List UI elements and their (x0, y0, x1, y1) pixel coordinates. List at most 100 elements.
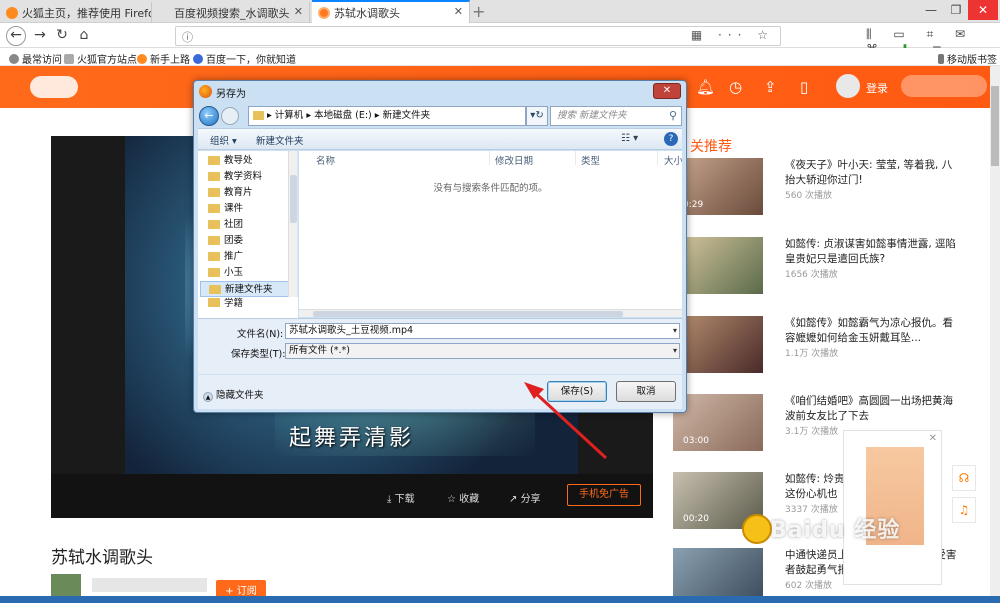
mobile-ad-free-button[interactable]: 手机免广告 (567, 484, 641, 506)
back-button[interactable]: ← (6, 26, 26, 46)
share-button[interactable]: ↗ 分享 (509, 490, 541, 505)
hide-folders-toggle[interactable]: ▲ 隐藏文件夹 (203, 387, 264, 402)
back-arrow-icon[interactable]: ← (199, 106, 219, 126)
tab-baidu-video[interactable]: 百度视频搜索_水调歌头 ✕ (152, 2, 310, 23)
cancel-button[interactable]: 取消 (616, 381, 676, 402)
nav-folder[interactable]: 教导处 (206, 153, 294, 169)
favorite-button[interactable]: ☆ 收藏 (447, 490, 479, 505)
nav-folder[interactable]: 小玉 (206, 265, 294, 281)
page-scrollbar[interactable] (990, 66, 1000, 603)
close-icon[interactable]: ✕ (454, 5, 463, 18)
site-search[interactable] (901, 75, 987, 97)
history-icon[interactable]: ◷ (729, 78, 742, 96)
window-close-button[interactable]: ✕ (968, 0, 998, 20)
bell-icon[interactable]: ♫ (952, 497, 976, 523)
save-button[interactable]: 保存(S) (547, 381, 607, 402)
video-thumbnail[interactable] (673, 548, 763, 603)
filetype-select[interactable]: 所有文件 (*.*) ▾ (285, 343, 680, 359)
column-header-name[interactable]: 名称 (316, 153, 335, 167)
close-icon[interactable]: ✕ (294, 5, 303, 18)
url-tools[interactable]: ▦ ··· ☆ (691, 28, 774, 42)
tudou-icon (318, 7, 330, 19)
empty-message: 没有与搜索条件匹配的项。 (433, 183, 548, 194)
nav-folder[interactable]: 学籍 (206, 297, 243, 309)
close-icon[interactable]: ✕ (929, 433, 937, 444)
dialog-footer: ▲ 隐藏文件夹 保存(S) 取消 (198, 375, 682, 409)
filename-input[interactable]: 苏轼水调歌头_土豆视频.mp4 ▾ (285, 323, 680, 339)
dialog-title: 另存为 (216, 89, 246, 100)
login-link[interactable]: 登录 (866, 80, 888, 96)
folder-icon (253, 111, 264, 120)
breadcrumb-item[interactable]: 新建文件夹 (383, 110, 431, 121)
tree-scrollbar[interactable] (288, 151, 297, 301)
chevron-down-icon[interactable]: ▾ (673, 344, 677, 358)
chevron-down-icon[interactable]: ▾ (673, 324, 677, 338)
scroll-thumb[interactable] (991, 86, 999, 166)
bookmark-item[interactable]: 百度一下，你就知道 (193, 51, 296, 66)
folder-icon (64, 54, 74, 64)
tab-active-video[interactable]: 苏轼水调歌头 ✕ (312, 0, 470, 23)
recommend-item[interactable]: 《如懿传》如懿霸气为凉心报仇。看容嬷嬷如何给金玉妍戴耳坠... 1.1万 次播放 (673, 316, 973, 386)
column-header-type[interactable]: 类型 (581, 153, 600, 167)
folder-tree: 教导处 教学资料 教育片 课件 社团 团委 推广 小玉 新建文件夹 ◂ (198, 151, 298, 317)
column-header-date[interactable]: 修改日期 (495, 153, 533, 167)
site-logo[interactable] (30, 76, 78, 98)
navigation-bar: ← → ↻ ⌂ ⓘ ▦ ··· ☆ (0, 23, 1000, 48)
recommend-item[interactable]: 0:29 《夜天子》叶小天: 莹莹, 等着我, 八抬大轿迎你过门! 560 次播… (673, 158, 973, 228)
floating-ad[interactable]: ✕ (843, 430, 942, 585)
help-icon[interactable]: ? (664, 132, 678, 146)
folder-icon (208, 204, 220, 213)
firefox-icon (199, 85, 212, 98)
windows-taskbar[interactable] (0, 596, 1000, 603)
minimize-button[interactable]: — (920, 0, 942, 20)
bookmark-item[interactable]: 最常访问 (9, 51, 62, 66)
dialog-toolbar: 组织 ▾ 新建文件夹 ☷ ▾ ? (198, 128, 682, 150)
bell-icon[interactable]: 🔔︎ (696, 78, 715, 96)
nav-folder[interactable]: 教育片 (206, 185, 294, 201)
upload-icon[interactable]: ⇪ (764, 78, 777, 96)
uploader-name[interactable] (92, 578, 207, 592)
maximize-button[interactable]: ❐ (945, 0, 967, 20)
mobile-bookmarks[interactable]: 移动版书签 (938, 51, 997, 66)
tab-firefox-home[interactable]: 火狐主页，推荐使用 Firefox 火 (0, 2, 152, 23)
folder-icon (208, 268, 220, 277)
refresh-button[interactable]: ▾↻ (526, 106, 548, 126)
nav-folder[interactable]: 推广 (206, 249, 294, 265)
bookmark-item[interactable]: 新手上路 (137, 51, 190, 66)
nav-folder-selected[interactable]: 新建文件夹 (200, 281, 294, 297)
download-button[interactable]: ⤓ 下载 (387, 490, 415, 505)
organize-button[interactable]: 组织 ▾ (210, 133, 237, 147)
search-input[interactable]: 搜索 新建文件夹 ⚲ (550, 106, 682, 126)
bookmark-item[interactable]: 火狐官方站点 (64, 51, 137, 66)
firefox-icon (6, 7, 18, 19)
new-folder-button[interactable]: 新建文件夹 (256, 133, 304, 147)
info-icon[interactable]: ⓘ (182, 29, 193, 45)
reload-icon[interactable]: ↻ (52, 26, 72, 46)
list-hscrollbar[interactable] (299, 309, 682, 317)
folder-icon (209, 285, 221, 294)
address-row: ← ▸ 计算机 ▸ 本地磁盘 (E:) ▸ 新建文件夹 ▾↻ 搜索 新建文件夹 … (198, 105, 682, 127)
dialog-title-bar[interactable]: 另存为 ✕ (194, 81, 686, 103)
tab-title: 火狐主页，推荐使用 Firefox 火 (22, 7, 151, 20)
nav-folder[interactable]: 社团 (206, 217, 294, 233)
recommend-item[interactable]: 如懿传: 贞淑谋害如懿事情泄露, 逕陷皇贵妃只是遣回氏族? 1656 次播放 (673, 237, 973, 307)
headset-icon[interactable]: ☊ (952, 465, 976, 491)
recommend-heading: 关推荐 (690, 139, 732, 155)
url-bar[interactable]: ⓘ ▦ ··· ☆ (175, 26, 781, 46)
breadcrumb-item[interactable]: 本地磁盘 (E:) (314, 110, 372, 121)
forward-button[interactable]: → (30, 26, 50, 46)
new-tab-button[interactable]: + (472, 2, 485, 21)
home-icon[interactable]: ⌂ (74, 26, 94, 46)
nav-folder[interactable]: 团委 (206, 233, 294, 249)
nav-folder[interactable]: 课件 (206, 201, 294, 217)
view-options-icon[interactable]: ☷ ▾ (621, 133, 638, 144)
breadcrumb-item[interactable]: 计算机 (275, 110, 304, 121)
forward-arrow-icon[interactable] (221, 107, 239, 125)
dialog-close-button[interactable]: ✕ (653, 83, 681, 99)
path-breadcrumb[interactable]: ▸ 计算机 ▸ 本地磁盘 (E:) ▸ 新建文件夹 (248, 106, 526, 126)
phone-icon[interactable]: ▯ (800, 78, 808, 96)
column-header-size[interactable]: 大小 (664, 153, 682, 167)
search-icon[interactable]: ⚲ (669, 107, 677, 125)
avatar[interactable] (836, 74, 860, 98)
nav-folder[interactable]: 教学资料 (206, 169, 294, 185)
